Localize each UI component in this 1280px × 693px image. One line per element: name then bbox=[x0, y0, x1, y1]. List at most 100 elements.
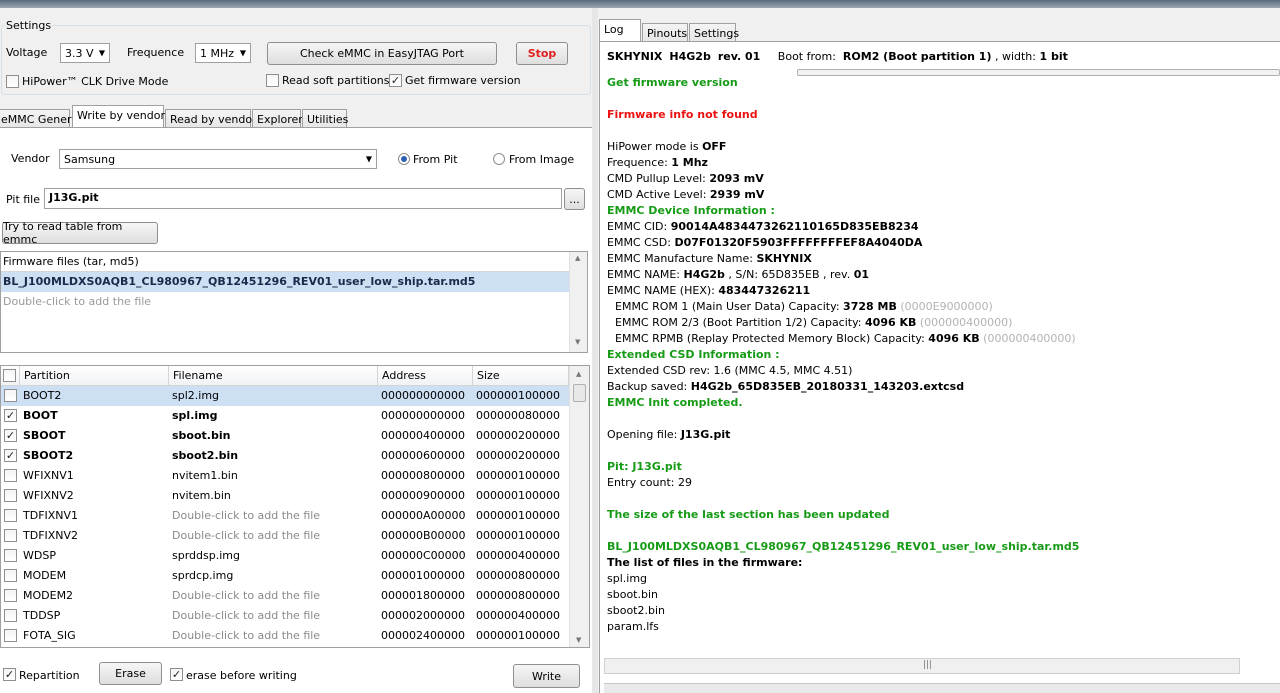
vendor-select[interactable]: Samsung ▼ bbox=[59, 149, 377, 169]
log-line: EMMC NAME (HEX): 483447326211 bbox=[607, 284, 811, 297]
row-checkbox[interactable] bbox=[4, 609, 17, 622]
log-line: sboot.bin bbox=[607, 588, 658, 601]
row-checkbox-checked[interactable]: ✓ bbox=[4, 409, 17, 422]
try-read-table-button[interactable]: Try to read table from emmc bbox=[2, 220, 158, 246]
voltage-label: Voltage bbox=[6, 46, 48, 59]
row-checkbox[interactable] bbox=[4, 389, 17, 402]
pit-file-input[interactable]: J13G.pit bbox=[44, 188, 562, 209]
device-rev: rev. 01 bbox=[717, 50, 761, 63]
tab-utilities[interactable]: Utilities bbox=[302, 109, 348, 128]
partition-name: SBOOT2 bbox=[23, 449, 74, 462]
log-line: EMMC Init completed. bbox=[607, 396, 743, 409]
tab-settings[interactable]: Settings bbox=[689, 23, 739, 42]
table-row[interactable]: TDFIXNV1 Double-click to add the file 0000… bbox=[1, 506, 569, 526]
read-soft-partitions-checkbox[interactable] bbox=[266, 74, 279, 87]
partition-size: 000000080000 bbox=[476, 409, 560, 422]
partition-address: 000001000000 bbox=[381, 569, 465, 582]
column-partition[interactable]: Partition bbox=[20, 366, 169, 386]
partition-name: MODEM bbox=[23, 569, 67, 582]
tab-read-by-vendor[interactable]: Read by vendor bbox=[165, 109, 257, 128]
window-top-strip bbox=[0, 0, 1280, 8]
log-content: Get firmware version Firmware info not fo… bbox=[607, 75, 1257, 635]
table-row[interactable]: ✓ BOOT spl.img 000000000000 000000080000 bbox=[1, 406, 569, 426]
log-line: EMMC CSD: D07F01320F5903FFFFFFFFEF8A4040… bbox=[607, 236, 923, 249]
erase-button[interactable]: Erase bbox=[99, 662, 162, 685]
row-checkbox[interactable] bbox=[4, 629, 17, 642]
scrollbar-grip-icon: ||| bbox=[923, 660, 933, 670]
table-row[interactable]: BOOT2 spl2.img 000000000000 000000100000 bbox=[1, 386, 569, 406]
device-header: SKHYNIX H4G2b rev. 01 Boot from: ROM2 (B… bbox=[607, 50, 1068, 63]
table-row[interactable]: WFIXNV2 nvitem.bin 000000900000 00000010000… bbox=[1, 486, 569, 506]
write-button[interactable]: Write bbox=[513, 664, 580, 688]
firmware-files-list[interactable]: Firmware files (tar, md5) BL_J100MLDXS0A… bbox=[0, 251, 588, 353]
erase-before-writing-checkbox[interactable]: ✓ bbox=[170, 668, 183, 681]
log-horizontal-scrollbar[interactable]: ||| bbox=[604, 658, 1240, 674]
hipower-checkbox[interactable] bbox=[6, 75, 19, 88]
column-size[interactable]: Size bbox=[473, 366, 569, 386]
width-label: , width: bbox=[994, 50, 1036, 63]
firmware-file-row[interactable]: BL_J100MLDXS0AQB1_CL980967_QB12451296_RE… bbox=[1, 272, 569, 292]
tab-log[interactable]: Log bbox=[599, 19, 641, 41]
row-checkbox[interactable] bbox=[4, 489, 17, 502]
tab-emmc-general[interactable]: eMMC General bbox=[0, 109, 81, 128]
column-address[interactable]: Address bbox=[378, 366, 473, 386]
select-all-checkbox[interactable] bbox=[3, 369, 16, 382]
log-line: EMMC ROM 2/3 (Boot Partition 1/2) Capaci… bbox=[615, 316, 1013, 329]
row-checkbox[interactable] bbox=[4, 469, 17, 482]
partition-size: 000000100000 bbox=[476, 629, 560, 642]
width-value: 1 bit bbox=[1039, 50, 1068, 63]
device-model: H4G2b bbox=[669, 50, 711, 63]
table-row[interactable]: TDDSP Double-click to add the file 0000020… bbox=[1, 606, 569, 626]
tab-explorer[interactable]: Explorer bbox=[252, 109, 303, 128]
left-tab-bar: eMMC General Write by vendor Read by ven… bbox=[0, 105, 592, 128]
table-row[interactable]: ✓ SBOOT2 sboot2.bin 000000600000 00000020000… bbox=[1, 446, 569, 466]
row-checkbox[interactable] bbox=[4, 509, 17, 522]
column-filename[interactable]: Filename bbox=[169, 366, 378, 386]
row-checkbox[interactable] bbox=[4, 549, 17, 562]
partition-filename: Double-click to add the file bbox=[172, 509, 321, 522]
frequence-select[interactable]: 1 MHz ▼ bbox=[195, 43, 251, 63]
repartition-checkbox[interactable]: ✓ bbox=[3, 668, 16, 681]
table-row[interactable]: FOTA_SIG Double-click to add the file 0000… bbox=[1, 626, 569, 646]
row-checkbox[interactable] bbox=[4, 589, 17, 602]
tab-pinouts[interactable]: Pinouts bbox=[642, 23, 688, 42]
from-image-radio[interactable] bbox=[493, 153, 505, 165]
firmware-list-scrollbar[interactable]: ▲ ▼ bbox=[569, 252, 587, 352]
partition-name: BOOT bbox=[23, 409, 58, 422]
pit-browse-button[interactable]: ... bbox=[564, 188, 585, 210]
partition-size: 000000100000 bbox=[476, 469, 560, 482]
get-firmware-version-checkbox[interactable]: ✓ bbox=[389, 74, 402, 87]
log-line: CMD Pullup Level: 2093 mV bbox=[607, 172, 764, 185]
log-line: HiPower mode is OFF bbox=[607, 140, 727, 153]
partition-table: Partition Filename Address Size BOOT2 spl… bbox=[0, 365, 590, 648]
table-row[interactable]: WFIXNV1 nvitem1.bin 000000800000 0000001000… bbox=[1, 466, 569, 486]
partition-name: WFIXNV2 bbox=[23, 489, 74, 502]
table-row[interactable]: MODEM sprdcp.img 000001000000 000000800000 bbox=[1, 566, 569, 586]
partition-table-scrollbar[interactable]: ▲ ▼ bbox=[569, 366, 589, 647]
row-checkbox-checked[interactable]: ✓ bbox=[4, 429, 17, 442]
scrollbar-thumb[interactable] bbox=[573, 384, 586, 402]
table-row[interactable]: MODEM2 Double-click to add the file 000001… bbox=[1, 586, 569, 606]
voltage-select[interactable]: 3.3 V ▼ bbox=[60, 43, 110, 63]
panel-splitter[interactable] bbox=[592, 8, 598, 693]
check-emmc-button[interactable]: Check eMMC in EasyJTAG Port bbox=[267, 42, 497, 65]
row-checkbox[interactable] bbox=[4, 569, 17, 582]
partition-filename: spl2.img bbox=[172, 389, 220, 402]
row-checkbox[interactable] bbox=[4, 529, 17, 542]
partition-filename: sprddsp.img bbox=[172, 549, 240, 562]
table-row[interactable]: WDSP sprddsp.img 000000C00000 000000400000 bbox=[1, 546, 569, 566]
row-checkbox-checked[interactable]: ✓ bbox=[4, 449, 17, 462]
table-row[interactable]: ✓ SBOOT sboot.bin 000000400000 000000200000 bbox=[1, 426, 569, 446]
stop-button[interactable]: Stop bbox=[516, 42, 568, 65]
scroll-down-icon[interactable]: ▼ bbox=[575, 338, 580, 346]
scroll-up-icon[interactable]: ▲ bbox=[575, 254, 580, 262]
tab-write-by-vendor[interactable]: Write by vendor bbox=[72, 105, 165, 127]
table-row[interactable]: TDFIXNV2 Double-click to add the file 0000… bbox=[1, 526, 569, 546]
partition-address: 000000600000 bbox=[381, 449, 465, 462]
from-pit-radio[interactable] bbox=[398, 153, 410, 165]
scroll-down-icon[interactable]: ▼ bbox=[576, 636, 581, 644]
log-line bbox=[607, 91, 1257, 107]
scroll-up-icon[interactable]: ▲ bbox=[576, 370, 581, 378]
from-image-label: From Image bbox=[509, 153, 575, 166]
firmware-add-hint[interactable]: Double-click to add the file bbox=[1, 292, 569, 312]
